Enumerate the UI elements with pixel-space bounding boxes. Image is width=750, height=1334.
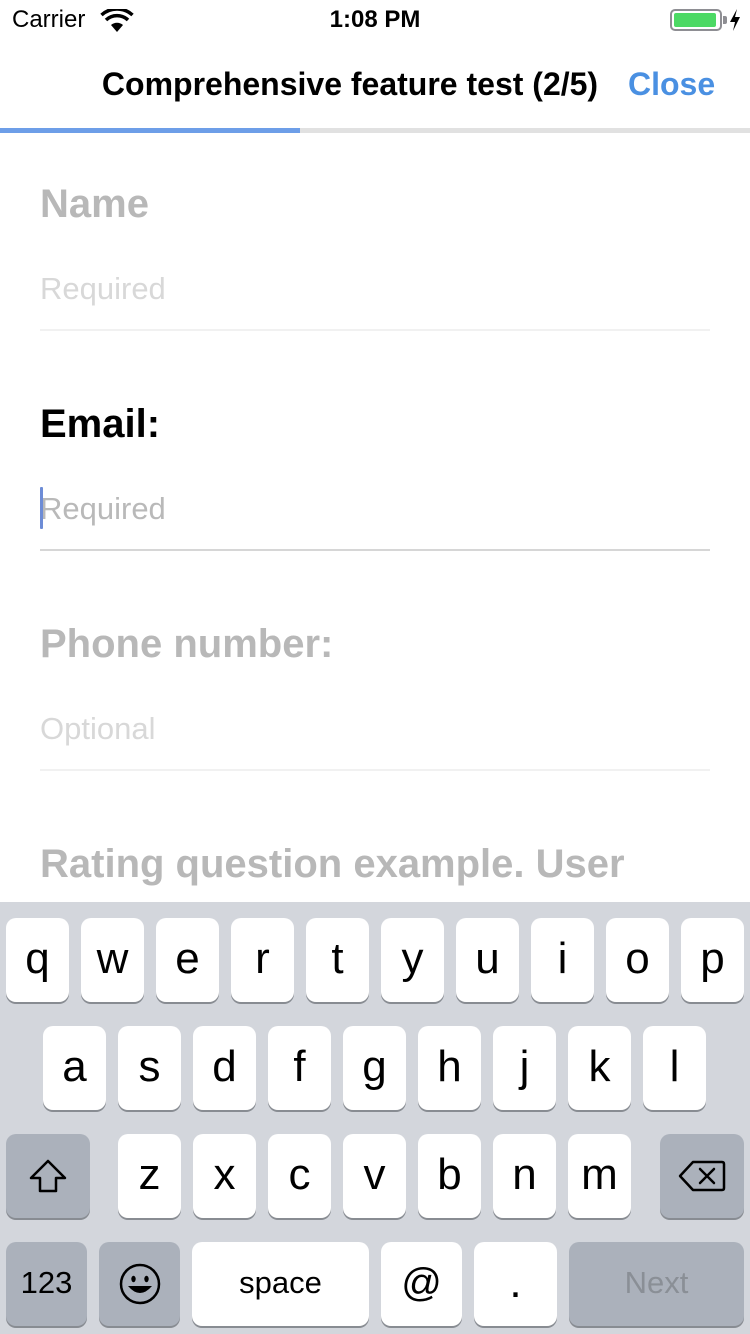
- key-u[interactable]: u: [456, 918, 519, 1002]
- key-c[interactable]: c: [268, 1134, 331, 1218]
- key-i[interactable]: i: [531, 918, 594, 1002]
- key-f[interactable]: f: [268, 1026, 331, 1110]
- key-q[interactable]: q: [6, 918, 69, 1002]
- battery-icon: [670, 9, 722, 31]
- dot-key[interactable]: .: [474, 1242, 557, 1326]
- emoji-key[interactable]: [99, 1242, 180, 1326]
- clock: 1:08 PM: [329, 6, 421, 33]
- charging-bolt-icon: [730, 9, 740, 31]
- key-y[interactable]: y: [381, 918, 444, 1002]
- close-button[interactable]: Close: [628, 66, 715, 103]
- key-a[interactable]: a: [43, 1026, 106, 1110]
- key-j[interactable]: j: [493, 1026, 556, 1110]
- key-p[interactable]: p: [681, 918, 744, 1002]
- key-l[interactable]: l: [643, 1026, 706, 1110]
- next-key[interactable]: Next: [569, 1242, 744, 1326]
- rating-question-label: Rating question example. User: [40, 842, 625, 886]
- backspace-icon: [678, 1160, 726, 1192]
- key-x[interactable]: x: [193, 1134, 256, 1218]
- key-k[interactable]: k: [568, 1026, 631, 1110]
- space-key[interactable]: space: [192, 1242, 369, 1326]
- battery-level: [674, 13, 716, 27]
- battery-nub: [723, 16, 727, 24]
- key-b[interactable]: b: [418, 1134, 481, 1218]
- shift-icon: [29, 1159, 67, 1193]
- key-r[interactable]: r: [231, 918, 294, 1002]
- phone-field-underline: [40, 769, 710, 771]
- key-g[interactable]: g: [343, 1026, 406, 1110]
- key-h[interactable]: h: [418, 1026, 481, 1110]
- name-label: Name: [40, 182, 149, 226]
- key-o[interactable]: o: [606, 918, 669, 1002]
- key-d[interactable]: d: [193, 1026, 256, 1110]
- backspace-key[interactable]: [660, 1134, 744, 1218]
- at-key[interactable]: @: [381, 1242, 462, 1326]
- name-field[interactable]: [40, 259, 710, 319]
- phone-field[interactable]: [40, 699, 710, 759]
- phone-label: Phone number:: [40, 622, 334, 666]
- key-n[interactable]: n: [493, 1134, 556, 1218]
- key-v[interactable]: v: [343, 1134, 406, 1218]
- status-bar: Carrier 1:08 PM: [0, 0, 750, 40]
- email-label: Email:: [40, 402, 161, 446]
- text-cursor: [40, 487, 43, 529]
- key-z[interactable]: z: [118, 1134, 181, 1218]
- progress-bar: [0, 128, 750, 133]
- keyboard: q w e r t y u i o p a s d f g h j k l z …: [0, 902, 750, 1334]
- email-field[interactable]: [40, 479, 710, 539]
- emoji-icon: [119, 1263, 160, 1305]
- key-s[interactable]: s: [118, 1026, 181, 1110]
- nav-title: Comprehensive feature test (2/5): [101, 66, 599, 102]
- name-field-underline: [40, 329, 710, 331]
- key-e[interactable]: e: [156, 918, 219, 1002]
- shift-key[interactable]: [6, 1134, 90, 1218]
- key-t[interactable]: t: [306, 918, 369, 1002]
- email-field-underline: [40, 549, 710, 551]
- progress-bar-fill: [0, 128, 300, 133]
- key-w[interactable]: w: [81, 918, 144, 1002]
- numbers-key[interactable]: 123: [6, 1242, 87, 1326]
- key-m[interactable]: m: [568, 1134, 631, 1218]
